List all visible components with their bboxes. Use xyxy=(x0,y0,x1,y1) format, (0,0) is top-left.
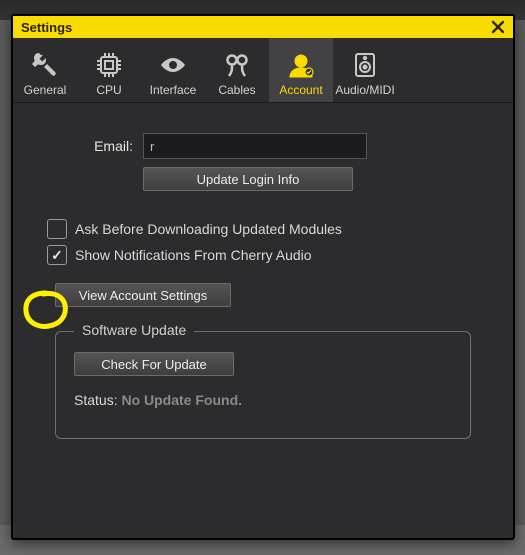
show-notifications-label: Show Notifications From Cherry Audio xyxy=(75,247,312,263)
status-value: No Update Found. xyxy=(121,392,242,408)
tab-label: Audio/MIDI xyxy=(335,84,394,96)
email-row: Email: xyxy=(75,133,493,159)
tab-audiomidi[interactable]: Audio/MIDI xyxy=(333,38,397,102)
tab-account[interactable]: Account xyxy=(269,38,333,102)
close-button[interactable] xyxy=(489,18,507,36)
tab-bar: General CPU Interface Cables Account xyxy=(13,38,513,103)
status-prefix: Status: xyxy=(74,392,121,408)
ask-download-row: Ask Before Downloading Updated Modules xyxy=(47,219,493,239)
cables-icon xyxy=(222,50,252,80)
tools-icon xyxy=(30,50,60,80)
account-icon xyxy=(286,50,316,80)
tab-label: CPU xyxy=(96,84,121,96)
eye-icon xyxy=(158,50,188,80)
tab-label: Cables xyxy=(218,84,255,96)
speaker-icon xyxy=(350,50,380,80)
check-update-button[interactable]: Check For Update xyxy=(74,352,234,376)
titlebar: Settings xyxy=(13,16,513,38)
tab-cpu[interactable]: CPU xyxy=(77,38,141,102)
software-update-legend: Software Update xyxy=(74,322,194,338)
tab-label: General xyxy=(24,84,67,96)
view-account-button[interactable]: View Account Settings xyxy=(55,283,231,307)
tab-label: Account xyxy=(279,84,322,96)
tab-interface[interactable]: Interface xyxy=(141,38,205,102)
close-icon xyxy=(491,20,505,34)
window-title: Settings xyxy=(21,20,489,35)
update-login-button[interactable]: Update Login Info xyxy=(143,167,353,191)
settings-dialog: Settings General CPU Interface xyxy=(12,15,514,539)
show-notifications-row: Show Notifications From Cherry Audio xyxy=(47,245,493,265)
email-label: Email: xyxy=(75,138,133,154)
tab-cables[interactable]: Cables xyxy=(205,38,269,102)
ask-download-label: Ask Before Downloading Updated Modules xyxy=(75,221,342,237)
tab-label: Interface xyxy=(150,84,197,96)
ask-download-checkbox[interactable] xyxy=(47,219,67,239)
software-update-group: Software Update Check For Update Status:… xyxy=(55,331,471,439)
dialog-body: Email: Update Login Info Ask Before Down… xyxy=(13,103,513,538)
show-notifications-checkbox[interactable] xyxy=(47,245,67,265)
cpu-icon xyxy=(94,50,124,80)
tab-general[interactable]: General xyxy=(13,38,77,102)
email-input[interactable] xyxy=(143,133,367,159)
update-status-line: Status: No Update Found. xyxy=(74,392,452,408)
